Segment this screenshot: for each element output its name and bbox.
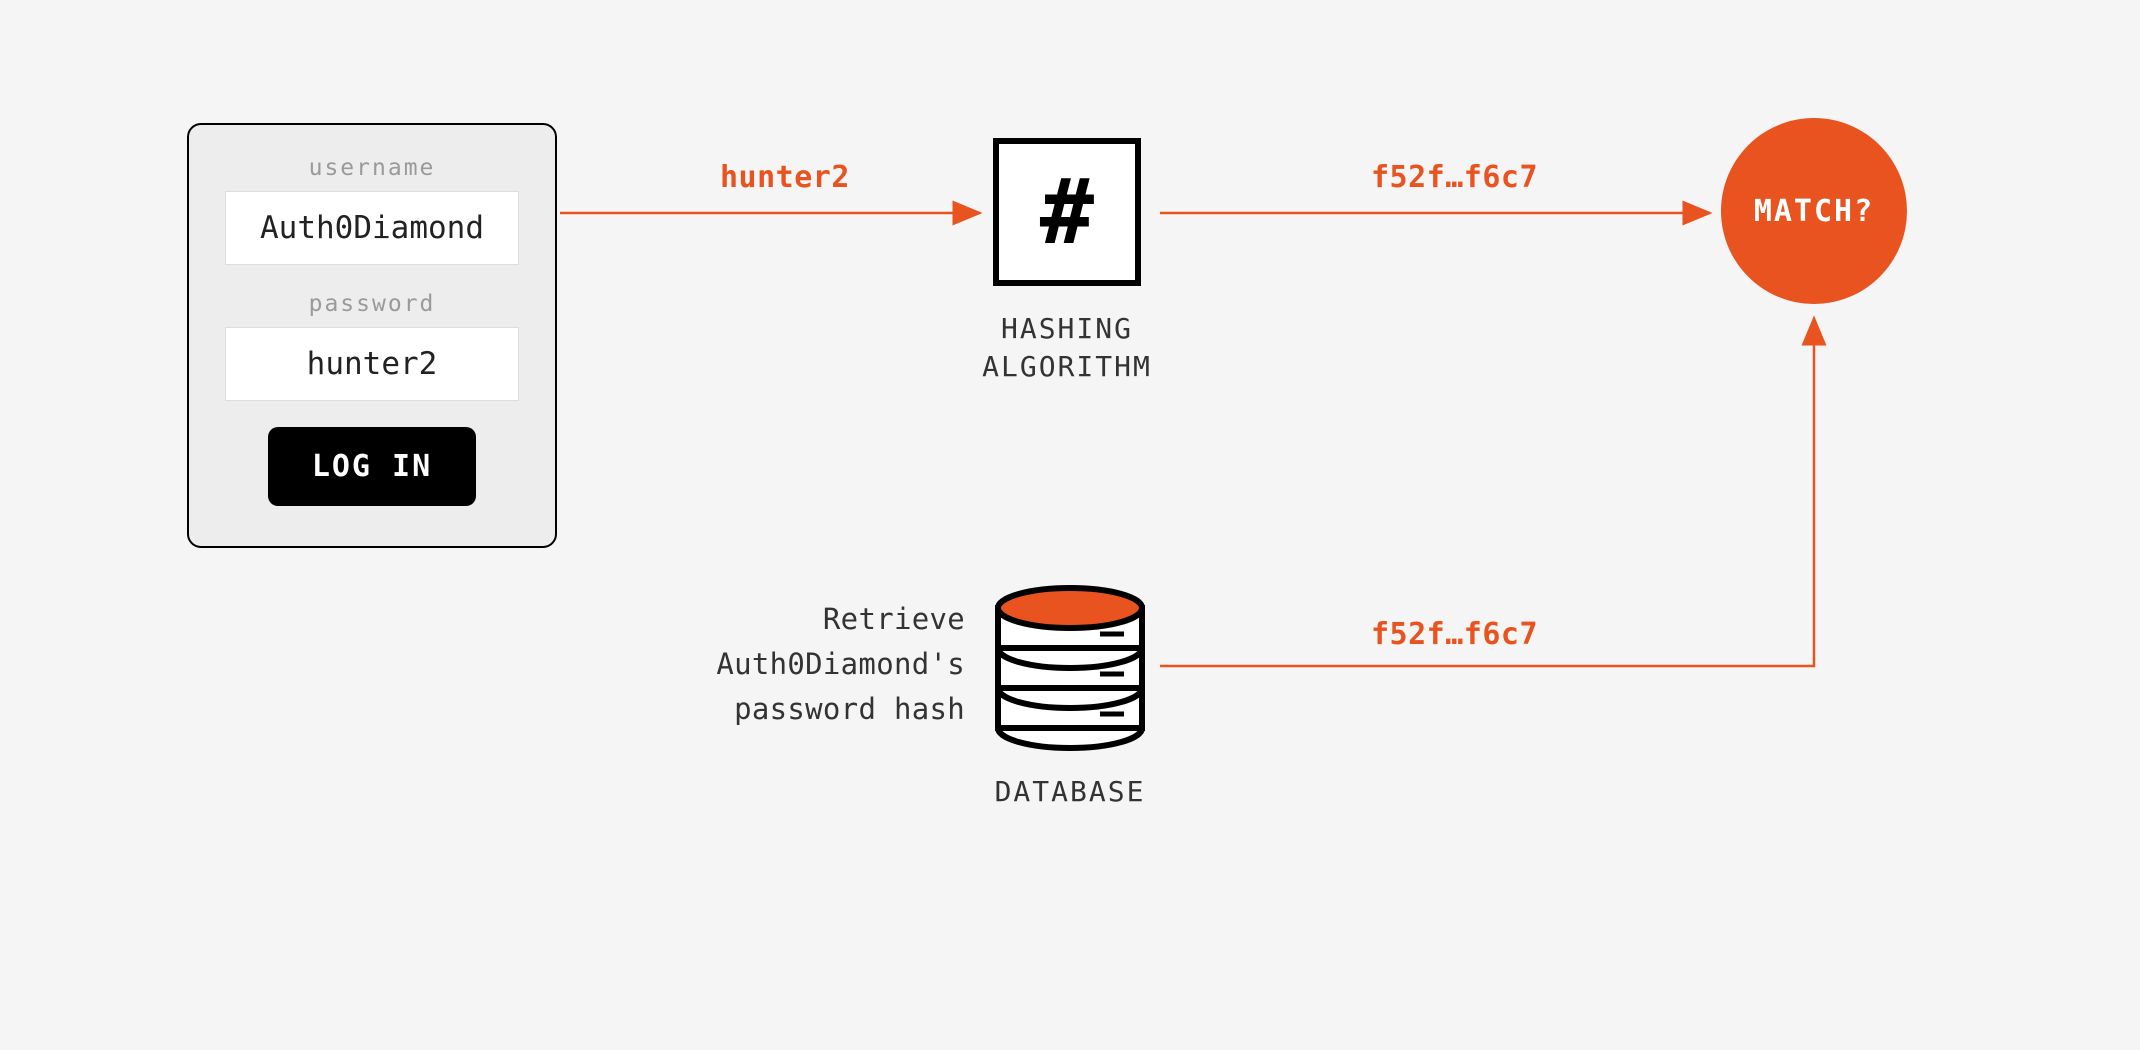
edge-label-db-hash: f52f…f6c7 — [1371, 617, 1538, 652]
match-label: MATCH? — [1754, 194, 1874, 229]
username-label: username — [309, 155, 436, 181]
login-card: username password LOG IN — [187, 123, 557, 548]
hash-symbol: # — [1040, 160, 1094, 265]
match-node: MATCH? — [1721, 118, 1907, 304]
edge-label-hash-output: f52f…f6c7 — [1371, 160, 1538, 195]
database-icon — [992, 576, 1148, 752]
username-input[interactable] — [225, 191, 519, 265]
login-button[interactable]: LOG IN — [268, 427, 476, 506]
password-input[interactable] — [225, 327, 519, 401]
retrieve-caption: Retrieve Auth0Diamond's password hash — [629, 597, 965, 732]
edge-label-password: hunter2 — [720, 160, 850, 195]
database-label: DATABASE — [972, 775, 1168, 808]
password-label: password — [309, 291, 436, 317]
arrow-db-to-match — [1160, 318, 1814, 666]
hash-icon: # — [993, 138, 1141, 286]
hash-label: HASHING ALGORITHM — [940, 310, 1194, 386]
